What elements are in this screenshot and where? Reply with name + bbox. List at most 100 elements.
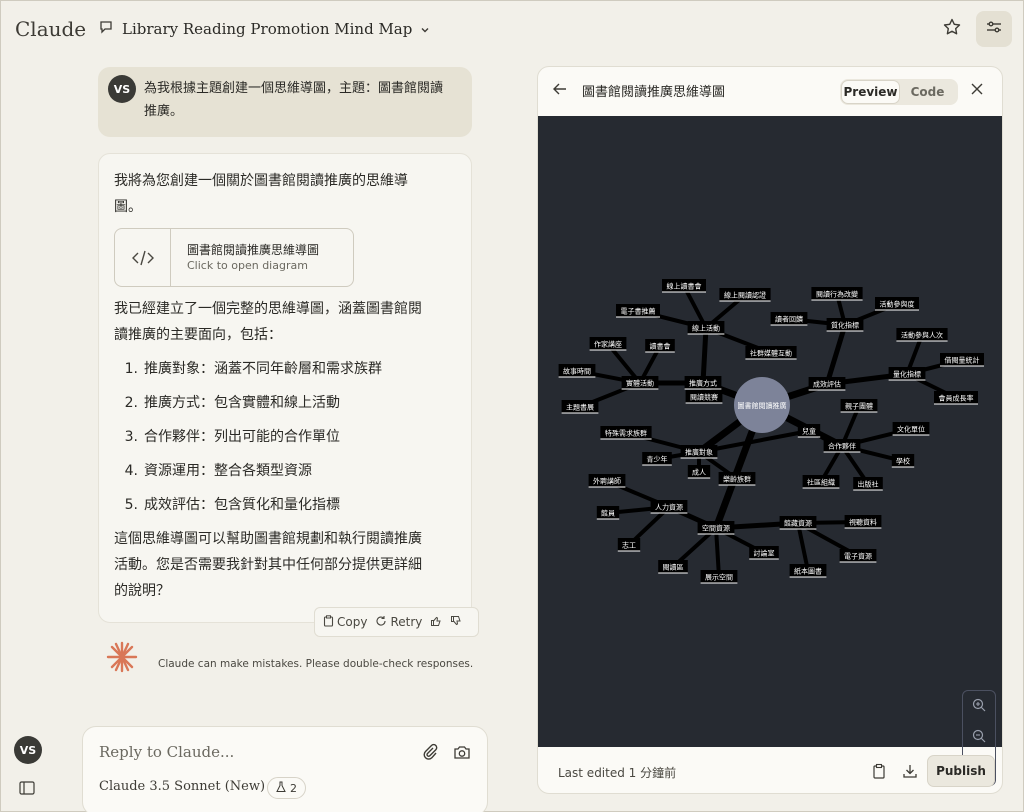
mindmap-node[interactable]: 學校 (891, 454, 915, 468)
chat-bubble-icon (98, 19, 114, 39)
mindmap-node[interactable]: 推廣方式 (684, 376, 722, 390)
mindmap-node[interactable]: 親子團體 (840, 399, 878, 413)
mindmap-node[interactable]: 閱讀競賽 (685, 390, 723, 404)
mindmap-node[interactable]: 社區組織 (802, 475, 840, 489)
mindmap-node[interactable]: 讀書會 (645, 339, 675, 353)
artifact-card-title: 圖書館閱讀推廣思維導圖 (187, 243, 320, 257)
mindmap-node-label: 讀書會 (650, 342, 671, 351)
copy-artifact-icon[interactable] (872, 763, 886, 783)
mindmap-node-label: 閱讀區 (663, 563, 684, 572)
mindmap-node[interactable]: 館員 (596, 506, 620, 520)
mindmap-node[interactable]: 特殊需求族群 (600, 426, 652, 440)
mindmap-node-label: 會員成長率 (939, 394, 974, 403)
model-selector[interactable]: Claude 3.5 Sonnet (New) (99, 779, 265, 794)
mindmap-svg: 圖書館閱讀推廣 推廣方式推廣對象 合作夥伴空間資源 成效評估 線上活動實體活動閱讀競賽 線… (558, 279, 984, 584)
brand-logo[interactable]: Claude (15, 17, 86, 41)
mindmap-node[interactable]: 活動參與度 (875, 297, 919, 311)
mindmap-node[interactable]: 外聘講師 (588, 474, 626, 488)
mindmap-node[interactable]: 館藏資源 (779, 516, 817, 530)
mindmap-node[interactable]: 空間資源 (697, 521, 735, 535)
camera-icon[interactable] (453, 743, 471, 765)
close-icon[interactable] (970, 81, 984, 100)
mindmap-node[interactable]: 推廣對象 (680, 445, 718, 459)
assistant-message: 我將為您創建一個關於圖書館閱讀推廣的思維導圖。 圖書館閱讀推廣思維導圖 Clic… (98, 153, 472, 623)
mindmap-node[interactable]: 展示空間 (700, 570, 738, 584)
back-arrow-icon[interactable] (552, 81, 568, 101)
mindmap-node-label: 讀者回饋 (775, 315, 803, 324)
sidebar-toggle-icon[interactable] (19, 780, 35, 799)
mindmap-node-label: 作家講座 (594, 340, 622, 349)
mindmap-node[interactable]: 借閱量統計 (940, 353, 984, 367)
list-item: 3. 合作夥伴：列出可能的合作單位 (124, 429, 340, 445)
reply-input[interactable] (99, 743, 399, 761)
mindmap-node[interactable]: 出版社 (853, 477, 883, 491)
mindmap-node[interactable]: 閱讀行為改變 (811, 287, 863, 301)
thumbs-down-icon (450, 615, 462, 630)
mindmap-node[interactable]: 讀者回饋 (770, 312, 808, 326)
mindmap-canvas[interactable]: 圖書館閱讀推廣 推廣方式推廣對象 合作夥伴空間資源 成效評估 線上活動實體活動閱讀競賽 線… (538, 116, 1002, 786)
zoom-out-icon[interactable] (972, 728, 986, 747)
account-avatar[interactable]: VS (14, 736, 42, 764)
star-icon (942, 17, 962, 41)
mindmap-edge (824, 322, 848, 387)
mindmap-node[interactable]: 樂齡族群 (718, 472, 756, 486)
mindmap-node[interactable]: 志工 (617, 538, 641, 552)
mindmap-node[interactable]: 紙本圖書 (789, 564, 827, 578)
assistant-intro: 我將為您創建一個關於圖書館閱讀推廣的思維導圖。 (114, 173, 408, 215)
artifact-card[interactable]: 圖書館閱讀推廣思維導圖 Click to open diagram (114, 228, 354, 287)
mindmap-node[interactable]: 合作夥伴 (823, 439, 861, 453)
disclaimer-text: Claude can make mistakes. Please double-… (158, 658, 474, 670)
mindmap-node-label: 紙本圖書 (794, 567, 822, 576)
mindmap-node-label: 視聽資料 (849, 518, 877, 527)
mindmap-node-label: 合作夥伴 (828, 442, 856, 451)
mindmap-node-label: 借閱量統計 (945, 356, 980, 365)
reply-composer: Claude 3.5 Sonnet (New) 2 (82, 726, 488, 812)
mindmap-node[interactable]: 活動參與人次 (896, 328, 948, 342)
mindmap-node[interactable]: 作家講座 (589, 337, 627, 351)
mindmap-node[interactable]: 故事時間 (558, 364, 596, 378)
mindmap-node[interactable]: 兒童 (797, 424, 821, 438)
mindmap-node[interactable]: 青少年 (642, 452, 672, 466)
copy-button[interactable]: Copy (323, 614, 367, 630)
mindmap-node[interactable]: 線上讀書會 (662, 279, 706, 293)
mindmap-node[interactable]: 社群媒體互動 (745, 346, 797, 360)
paperclip-icon[interactable] (421, 743, 439, 765)
publish-button[interactable]: Publish (927, 755, 995, 787)
tab-code[interactable]: Code (899, 81, 956, 103)
style-badge[interactable]: 2 (267, 777, 306, 799)
mindmap-node[interactable]: 線上活動 (687, 321, 725, 335)
zoom-in-icon[interactable] (972, 697, 986, 716)
mindmap-node-label: 館員 (601, 509, 615, 518)
mindmap-node[interactable]: 閱讀區 (658, 560, 688, 574)
chat-title-dropdown[interactable]: Library Reading Promotion Mind Map (98, 19, 430, 39)
view-toggle: Preview Code (840, 79, 958, 105)
thumbs-up-button[interactable] (430, 615, 442, 630)
assistant-closing: 這個思維導圖可以幫助圖書館規劃和執行閱讀推廣活動。您是否需要我針對其中任何部分提… (114, 531, 422, 599)
mindmap-node[interactable]: 文化單位 (892, 422, 930, 436)
mindmap-node[interactable]: 量化指標 (888, 367, 926, 381)
mindmap-node[interactable]: 會員成長率 (934, 391, 978, 405)
sliders-icon (985, 18, 1003, 40)
tab-preview[interactable]: Preview (842, 81, 899, 103)
mindmap-node[interactable]: 電子書推薦 (616, 304, 660, 318)
retry-button[interactable]: Retry (375, 615, 422, 630)
mindmap-node-label: 展示空間 (705, 573, 733, 582)
user-message: VS 為我根據主題創建一個思維導圖，主題：圖書館閱讀推廣。 (98, 67, 472, 137)
mindmap-node-label: 學校 (896, 457, 910, 466)
mindmap-node[interactable]: 質化指標 (826, 318, 864, 332)
thumbs-down-button[interactable] (450, 615, 462, 630)
mindmap-node[interactable]: 電子資源 (839, 549, 877, 563)
mindmap-node[interactable]: 線上閱讀認證 (719, 288, 771, 302)
star-button[interactable] (937, 14, 967, 44)
mindmap-node[interactable]: 成人 (687, 465, 711, 479)
download-icon[interactable] (902, 763, 918, 783)
mindmap-node[interactable]: 人力資源 (650, 500, 688, 514)
mindmap-node[interactable]: 成效評估 (808, 377, 846, 391)
mindmap-center-node[interactable]: 圖書館閱讀推廣 (734, 377, 790, 433)
mindmap-node[interactable]: 實體活動 (621, 376, 659, 390)
mindmap-node[interactable]: 視聽資料 (844, 515, 882, 529)
mindmap-node[interactable]: 主題書展 (561, 400, 599, 414)
settings-button[interactable] (976, 11, 1012, 47)
mindmap-node-label: 推廣方式 (689, 379, 717, 388)
mindmap-node[interactable]: 討論室 (749, 546, 779, 560)
